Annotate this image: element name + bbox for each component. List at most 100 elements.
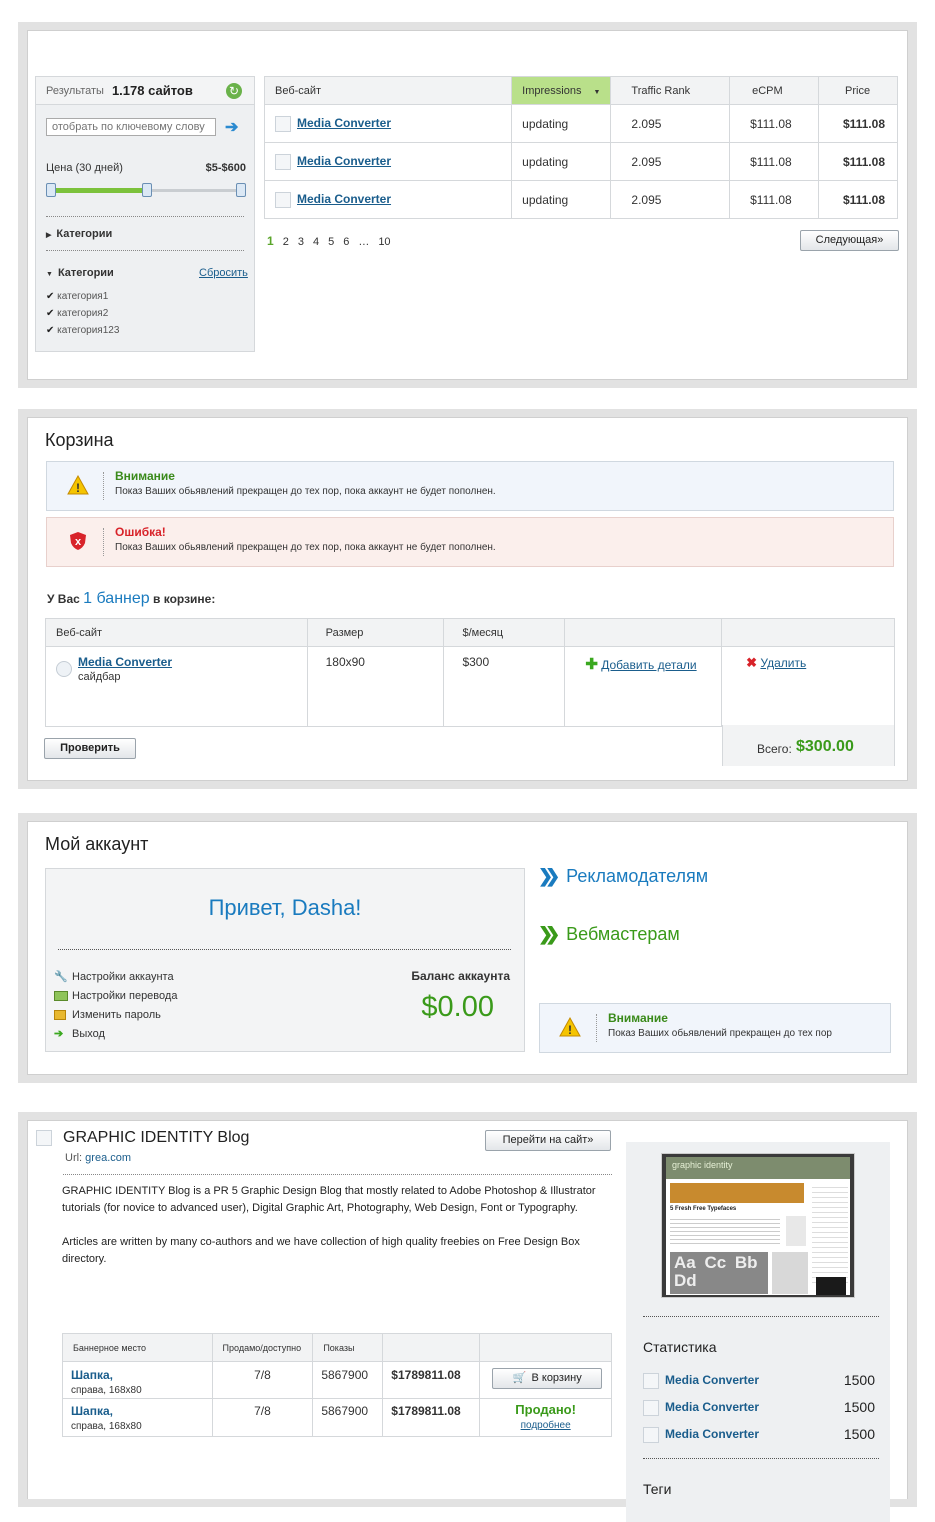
visit-site-button[interactable]: Перейти на сайт» xyxy=(485,1130,611,1151)
category-item[interactable]: ✔ категория1 xyxy=(46,288,119,305)
sort-down-icon: ▼ xyxy=(593,88,601,96)
page-link[interactable]: 5 xyxy=(328,236,334,248)
webmasters-link[interactable]: ❯❯ Вебмастерам xyxy=(538,924,680,945)
stats-checkbox[interactable] xyxy=(643,1427,659,1444)
site-thumbnail[interactable]: graphic identity 5 Fresh Free Typefaces … xyxy=(661,1153,855,1298)
blog-title: GRAPHIC IDENTITY Blog xyxy=(63,1129,250,1146)
stats-site[interactable]: Media Converter xyxy=(665,1400,759,1414)
stats-site[interactable]: Media Converter xyxy=(665,1373,759,1387)
stats-title: Статистика xyxy=(643,1339,717,1355)
advertisers-label: Рекламодателям xyxy=(566,866,709,886)
stats-value: 1500 xyxy=(843,1399,875,1415)
cart-table: Веб-сайт Размер $/месяц Media Converter с… xyxy=(45,618,895,727)
desc-paragraph: Articles are written by many co-authors … xyxy=(62,1236,580,1265)
url-value[interactable]: grea.com xyxy=(85,1152,131,1164)
col-impressions[interactable]: Impressions ▼ xyxy=(511,76,612,105)
arrow-exit-icon: ➔ xyxy=(54,1028,64,1040)
webmasters-label: Вебмастерам xyxy=(566,924,680,944)
rank-cell: 2.095 xyxy=(610,142,731,181)
site-link[interactable]: Media Converter xyxy=(78,655,172,669)
placement-label: сайдбар xyxy=(78,671,121,683)
stats-checkbox[interactable] xyxy=(643,1373,659,1390)
category-list: ✔ категория1 ✔ категория2 ✔ категория123 xyxy=(46,288,119,339)
price-range: $5-$600 xyxy=(205,162,246,174)
arrow-right-icon[interactable]: ➔ xyxy=(225,117,238,137)
page-link[interactable]: 4 xyxy=(313,236,319,248)
col-ecpm[interactable]: eCPM xyxy=(729,76,820,105)
row-checkbox[interactable] xyxy=(275,191,291,208)
row-checkbox[interactable] xyxy=(275,153,291,170)
site-link[interactable]: Media Converter xyxy=(297,116,391,130)
placement-link[interactable]: Шапка, xyxy=(71,1404,113,1418)
link-label: Выход xyxy=(72,1028,105,1040)
transfer-settings-link[interactable]: Настройки перевода xyxy=(54,987,177,1006)
delete-link[interactable]: Удалить xyxy=(760,656,806,670)
thumb-glyphs: Aa Cc Bb Dd xyxy=(670,1252,768,1294)
check-button[interactable]: Проверить xyxy=(44,738,136,759)
keyword-input[interactable] xyxy=(46,118,216,136)
col-website[interactable]: Веб-сайт xyxy=(263,76,513,105)
placements-table: Баннерное место Продамо/доступно Показы … xyxy=(62,1333,612,1437)
rank-cell: 2.095 xyxy=(610,180,731,219)
col-empty xyxy=(721,618,895,647)
divider xyxy=(596,1014,597,1042)
price-slider[interactable] xyxy=(46,183,246,197)
settings-link[interactable]: 🔧 Настройки аккаунта xyxy=(54,968,177,987)
site-link[interactable]: Media Converter xyxy=(297,154,391,168)
money-card-icon xyxy=(54,991,68,1002)
ecpm-cell: $111.08 xyxy=(729,142,820,181)
advertisers-link[interactable]: ❯❯ Рекламодателям xyxy=(538,866,708,887)
categories-collapsed[interactable]: ▶ Категории xyxy=(46,228,112,240)
col-traffic-rank[interactable]: Traffic Rank xyxy=(610,76,731,105)
table-row: Media Converter сайдбар 180x90 $300 ✚ Доб… xyxy=(45,646,895,727)
divider xyxy=(46,216,244,217)
categories-expanded[interactable]: ▼ Категории xyxy=(46,267,114,279)
row-checkbox[interactable] xyxy=(275,115,291,132)
impressions-cell: updating xyxy=(511,104,612,143)
caret-down-icon: ▼ xyxy=(46,271,53,278)
page-link[interactable]: 6 xyxy=(343,236,349,248)
site-link[interactable]: Media Converter xyxy=(297,192,391,206)
page-link[interactable]: 10 xyxy=(378,236,390,248)
site-favicon-icon xyxy=(56,661,72,677)
link-label: Настройки аккаунта xyxy=(72,971,174,983)
total-label: Всего: xyxy=(757,742,792,756)
desc-paragraph: GRAPHIC IDENTITY Blog is a PR 5 Graphic … xyxy=(62,1185,596,1214)
stats-item: Media Converter 1500 xyxy=(643,1367,875,1394)
col-price[interactable]: Price xyxy=(818,76,898,105)
blog-checkbox[interactable] xyxy=(36,1130,52,1146)
category-item[interactable]: ✔ категория123 xyxy=(46,322,119,339)
page-link[interactable]: 2 xyxy=(283,236,289,248)
change-password-link[interactable]: Изменить пароль xyxy=(54,1006,177,1025)
page-link[interactable]: 3 xyxy=(298,236,304,248)
check-icon: ✔ xyxy=(46,325,55,336)
stats-checkbox[interactable] xyxy=(643,1400,659,1417)
results-panel: Результаты 1.178 сайтов ↻ ➔ Цена (30 дне… xyxy=(18,22,917,388)
add-to-cart-button[interactable]: 🛒 В корзину xyxy=(492,1368,603,1389)
ecpm-cell: $111.08 xyxy=(729,104,820,143)
results-header: Результаты 1.178 сайтов ↻ xyxy=(36,77,254,105)
add-details[interactable]: ✚ Добавить детали xyxy=(564,646,723,727)
reset-link[interactable]: Сбросить xyxy=(199,267,248,279)
sold-label: Продано! xyxy=(515,1402,576,1417)
url-label: Url: xyxy=(65,1152,83,1164)
slider-handle-mid[interactable] xyxy=(142,183,152,197)
col-size: Размер xyxy=(306,618,445,647)
divider xyxy=(63,1174,612,1175)
category-item[interactable]: ✔ категория2 xyxy=(46,305,119,322)
slider-handle-min[interactable] xyxy=(46,183,56,197)
table-row: Media Converter updating 2.095 $111.08 $… xyxy=(263,142,898,181)
col-impressions-label: Impressions xyxy=(522,84,582,97)
more-link[interactable]: подробнее xyxy=(521,1420,571,1431)
divider xyxy=(103,528,104,556)
next-page-button[interactable]: Следующая» xyxy=(800,230,899,251)
stats-site[interactable]: Media Converter xyxy=(665,1427,759,1441)
add-details-link[interactable]: Добавить детали xyxy=(601,658,696,672)
refresh-icon[interactable]: ↻ xyxy=(226,83,242,99)
placement-link[interactable]: Шапка, xyxy=(71,1368,113,1382)
slider-handle-max[interactable] xyxy=(236,183,246,197)
check-icon: ✔ xyxy=(46,308,55,319)
delete[interactable]: ✖ Удалить xyxy=(721,646,895,727)
logout-link[interactable]: ➔ Выход xyxy=(54,1025,177,1044)
categories-label: Категории xyxy=(57,267,114,279)
